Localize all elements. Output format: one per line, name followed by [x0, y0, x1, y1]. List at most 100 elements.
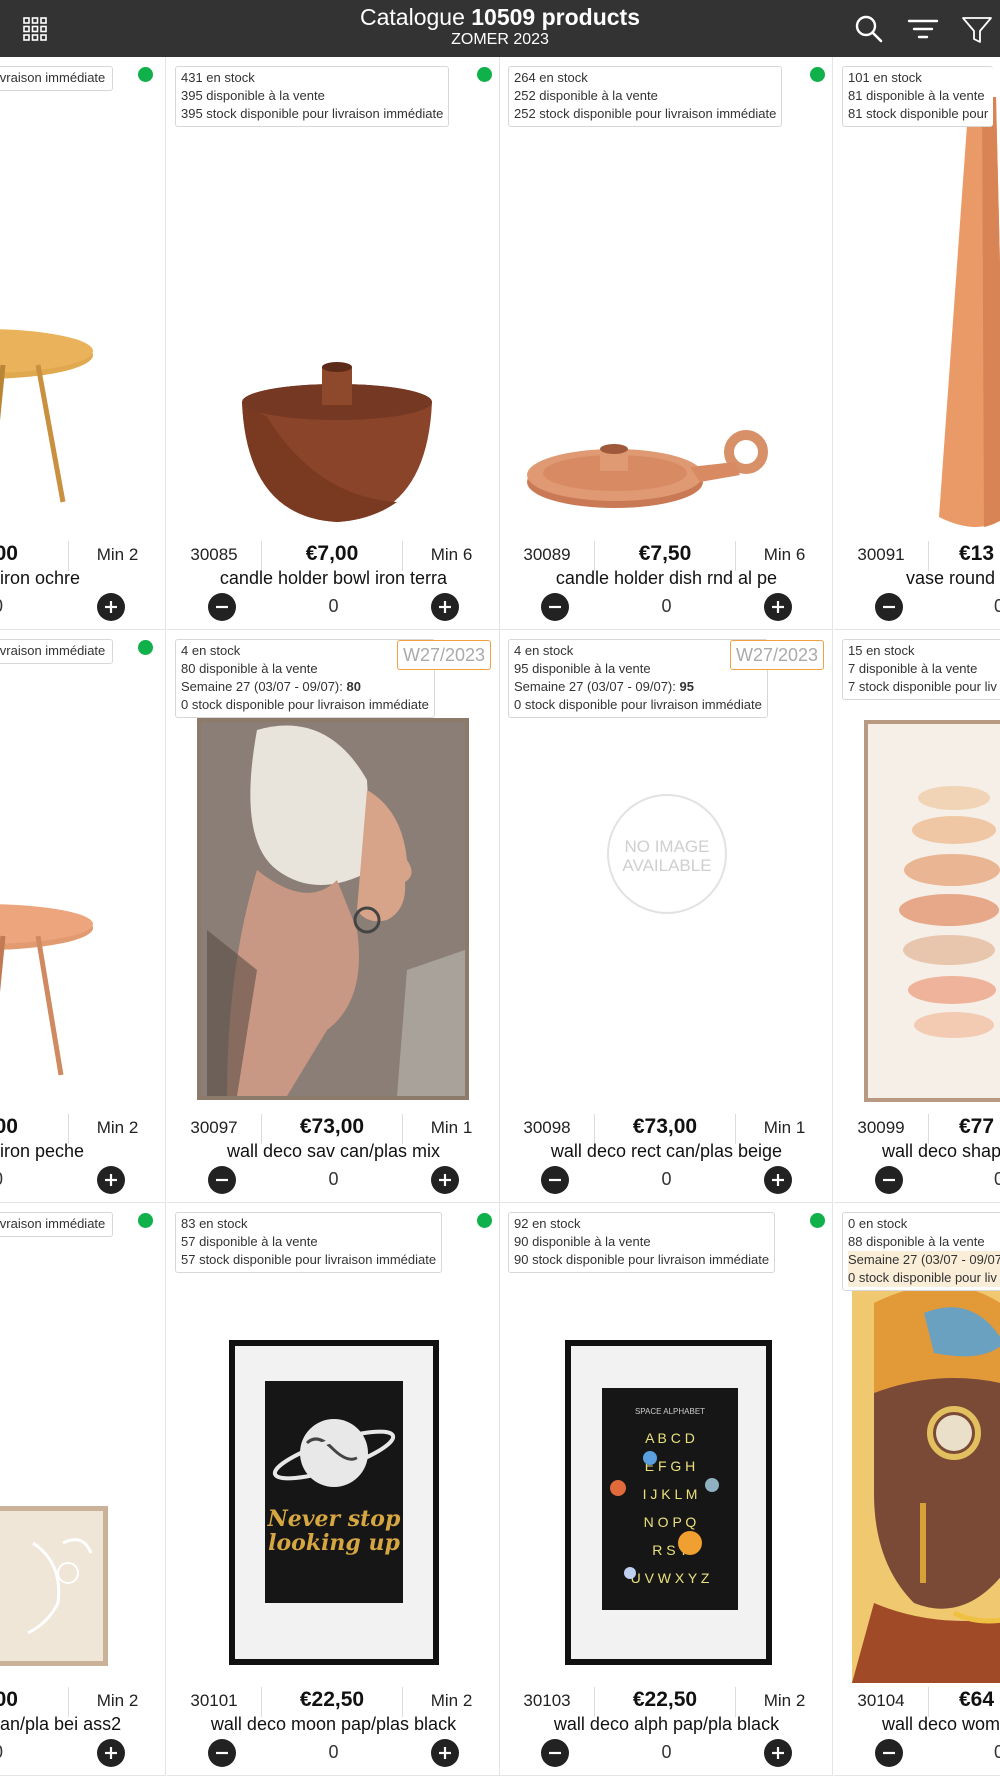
quantity-stepper: 0 [0, 593, 165, 623]
product-card[interactable]: 4 en stock 80 disponible à la vente Sema… [167, 630, 500, 1203]
product-count: 10509 products [471, 4, 640, 30]
plus-icon[interactable] [764, 593, 792, 621]
availability-dot [138, 640, 153, 655]
plus-icon[interactable] [431, 593, 459, 621]
stock-info: livraison immédiate [0, 66, 113, 91]
plus-icon[interactable] [97, 1166, 125, 1194]
minus-icon[interactable] [875, 1739, 903, 1767]
filter-icon[interactable] [960, 12, 994, 46]
poster-text: I J K L M [643, 1486, 698, 1502]
quantity-value[interactable]: 0 [994, 596, 1000, 617]
min-quantity: Min 6 [430, 545, 473, 564]
product-card[interactable]: 4 en stock 95 disponible à la vente Sema… [500, 630, 833, 1203]
minus-icon[interactable] [208, 1166, 236, 1194]
stock-line: 15 en stock [848, 643, 915, 658]
quantity-value[interactable]: 0 [287, 1169, 380, 1190]
product-image[interactable]: NO IMAGE AVAILABLE [500, 670, 832, 1110]
product-code: 30097 [190, 1118, 238, 1137]
quantity-value[interactable]: 0 [620, 1742, 713, 1763]
quantity-value[interactable]: 0 [0, 596, 13, 617]
price: 0,00 [0, 1687, 69, 1717]
min-quantity: Min 2 [96, 1691, 139, 1710]
min-quantity: Min 6 [763, 545, 806, 564]
poster-text: U V W X Y Z [631, 1570, 710, 1586]
no-image-line: AVAILABLE [622, 856, 711, 875]
product-card[interactable]: livraison immédiate 0,00 Min 2 an/pla be… [0, 1203, 166, 1776]
product-image[interactable] [834, 1243, 1000, 1683]
week-value: 95 [679, 679, 694, 694]
quantity-value[interactable]: 0 [994, 1169, 1000, 1190]
quantity-value[interactable]: 0 [0, 1169, 13, 1190]
product-image[interactable] [0, 97, 165, 537]
product-name: wall deco sav can/plas mix [226, 1141, 441, 1161]
plus-icon[interactable] [764, 1739, 792, 1767]
stock-info: 101 en stock 81 disponible à la vente 81… [842, 66, 994, 127]
product-image[interactable] [0, 670, 165, 1110]
minus-icon[interactable] [875, 1166, 903, 1194]
min-quantity: Min 1 [763, 1118, 806, 1137]
plus-icon[interactable] [764, 1166, 792, 1194]
plus-icon[interactable] [97, 1739, 125, 1767]
stock-line: 81 disponible à la vente [848, 88, 985, 103]
quantity-value[interactable]: 0 [287, 1742, 380, 1763]
product-image[interactable] [834, 670, 1000, 1110]
minus-icon[interactable] [541, 593, 569, 621]
product-image[interactable] [167, 670, 499, 1110]
stock-info: 4 en stock 80 disponible à la vente Sema… [175, 639, 435, 718]
product-name: vase round [906, 568, 996, 588]
min-quantity: Min 1 [430, 1118, 473, 1137]
product-code: 30103 [523, 1691, 571, 1710]
product-card[interactable]: 431 en stock 395 disponible à la vente 3… [167, 57, 500, 630]
stock-info: 83 en stock 57 disponible à la vente 57 … [175, 1212, 443, 1273]
product-name: an/pla bei ass2 [0, 1714, 122, 1734]
product-name: candle holder bowl iron terra [219, 568, 448, 588]
minus-icon[interactable] [541, 1166, 569, 1194]
price: €7,50 [594, 541, 736, 571]
sort-icon[interactable] [906, 12, 940, 46]
availability-dot [477, 1213, 492, 1228]
product-card[interactable]: livraison immédiate 0,00 Min 2 iron pech… [0, 630, 166, 1203]
minus-icon[interactable] [208, 1739, 236, 1767]
product-card[interactable]: livraison immédiate 5,00 Min 2 iron ochr… [0, 57, 166, 630]
product-card[interactable]: 15 en stock 7 disponible à la vente 7 st… [834, 630, 1000, 1203]
minus-icon[interactable] [208, 593, 236, 621]
product-image[interactable]: Never stop looking up [167, 1243, 499, 1683]
price: €73,00 [261, 1114, 403, 1144]
plus-icon[interactable] [431, 1166, 459, 1194]
product-card[interactable]: 0 en stock 88 disponible à la vente Sema… [834, 1203, 1000, 1776]
product-card[interactable]: 92 en stock 90 disponible à la vente 90 … [500, 1203, 833, 1776]
product-code: 30089 [523, 545, 571, 564]
stock-line: 83 en stock [181, 1216, 248, 1231]
product-image[interactable] [0, 1243, 165, 1683]
quantity-value[interactable]: 0 [287, 596, 380, 617]
stock-info: 15 en stock 7 disponible à la vente 7 st… [842, 639, 1000, 700]
product-card[interactable]: 101 en stock 81 disponible à la vente 81… [834, 57, 1000, 630]
stock-line: livraison immédiate [0, 70, 106, 85]
week-label: Semaine 27 (03/07 - 09/07): [181, 679, 347, 694]
product-image[interactable]: SPACE ALPHABET A B C D E F G H I J K L M… [500, 1243, 832, 1683]
quantity-value[interactable]: 0 [0, 1742, 13, 1763]
availability-dot [138, 1213, 153, 1228]
product-image[interactable] [834, 97, 1000, 537]
min-quantity: Min 2 [96, 1118, 139, 1137]
quantity-value[interactable]: 0 [620, 596, 713, 617]
search-icon[interactable] [852, 12, 886, 46]
product-image[interactable] [500, 97, 832, 537]
product-card[interactable]: 264 en stock 252 disponible à la vente 2… [500, 57, 833, 630]
stock-line: 101 en stock [848, 70, 922, 85]
minus-icon[interactable] [541, 1739, 569, 1767]
quantity-value[interactable]: 0 [620, 1169, 713, 1190]
quantity-value[interactable]: 0 [994, 1742, 1000, 1763]
minus-icon[interactable] [875, 593, 903, 621]
stock-info: 0 en stock 88 disponible à la vente Sema… [842, 1212, 1000, 1291]
quantity-stepper: 0 [167, 593, 499, 623]
stock-info: livraison immédiate [0, 1212, 113, 1237]
stock-info: 264 en stock 252 disponible à la vente 2… [508, 66, 783, 127]
plus-icon[interactable] [97, 593, 125, 621]
product-image[interactable] [167, 97, 499, 537]
product-card[interactable]: 83 en stock 57 disponible à la vente 57 … [167, 1203, 500, 1776]
product-code: 30101 [190, 1691, 238, 1710]
top-bar: Catalogue 10509 products ZOMER 2023 [0, 0, 1000, 57]
stock-line: 57 stock disponible pour livraison imméd… [181, 1252, 437, 1267]
plus-icon[interactable] [431, 1739, 459, 1767]
